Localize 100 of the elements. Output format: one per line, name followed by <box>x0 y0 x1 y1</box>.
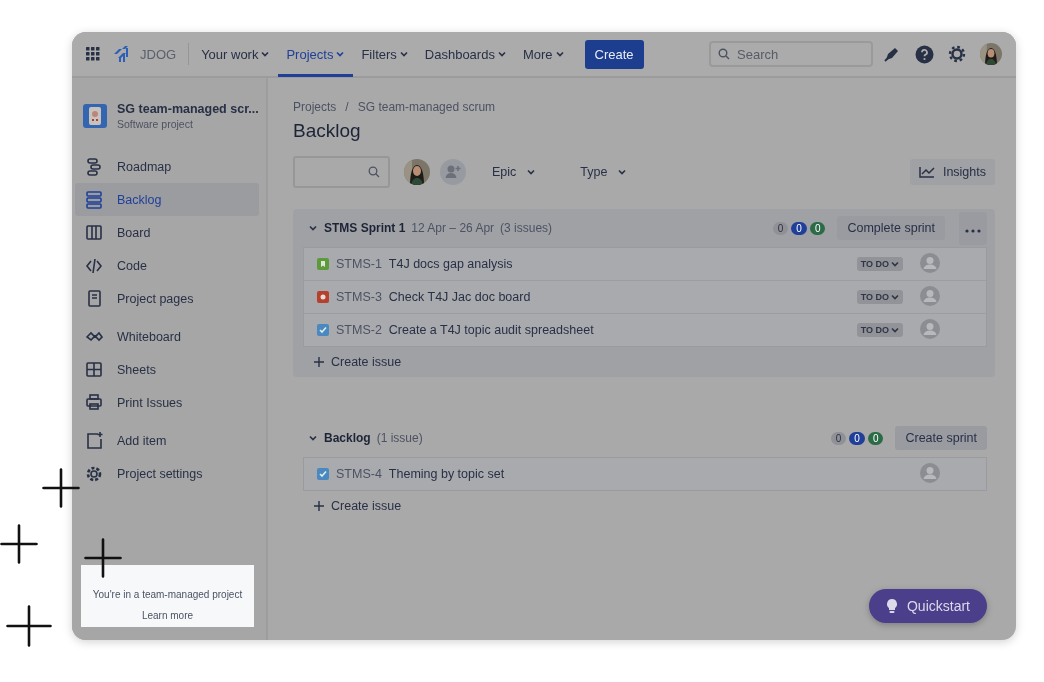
site-name[interactable]: JDOG <box>140 46 177 62</box>
issue-row[interactable]: STMS-4 Theming by topic set <box>304 458 986 490</box>
lightbulb-icon <box>886 598 898 614</box>
count-badge: 0 <box>830 431 847 445</box>
printer-icon <box>85 393 103 412</box>
project-name[interactable]: SG team-managed scr... <box>117 102 259 116</box>
status-dropdown[interactable]: TO DO <box>856 257 903 271</box>
chevron-icon <box>260 49 271 59</box>
issue-key: STMS-3 <box>336 290 382 304</box>
create-issue-button[interactable]: Create issue <box>303 491 402 513</box>
sidebar-item[interactable]: Add item <box>75 424 259 457</box>
issue-summary: Create a T4J topic audit spreadsheet <box>388 323 594 337</box>
info-text: You're in a team-managed project <box>92 589 243 600</box>
breadcrumb-separator: / <box>345 100 349 114</box>
status-dropdown[interactable]: TO DO <box>856 323 903 337</box>
sheet-icon <box>85 360 103 379</box>
sprint-action-button[interactable]: Create sprint <box>895 426 987 450</box>
assignee-icon <box>919 461 941 484</box>
create-button[interactable]: Create <box>584 39 644 69</box>
logo-icon[interactable] <box>112 45 130 63</box>
settings-icon <box>85 464 103 483</box>
breadcrumb-link[interactable]: Projects <box>293 100 337 114</box>
issue-row[interactable]: STMS-2 Create a T4J topic audit spreadsheet TO DO <box>304 313 986 346</box>
sidebar-item[interactable]: Print Issues <box>75 386 259 419</box>
issue-summary: Theming by topic set <box>388 467 505 481</box>
breadcrumb-link[interactable]: SG team-managed scrum <box>357 100 496 114</box>
count-badge: 0 <box>849 431 865 445</box>
nav-menu[interactable]: More <box>514 32 573 77</box>
more-icon <box>965 228 981 233</box>
sidebar-item[interactable]: Whiteboard <box>75 320 259 353</box>
settings-icon[interactable] <box>948 45 966 63</box>
nav-menu[interactable]: Your work <box>193 32 279 77</box>
roadmap-icon <box>85 157 103 176</box>
sprint-action-button[interactable]: Complete sprint <box>837 216 945 240</box>
backlog-icon <box>85 190 103 209</box>
filter-search-field[interactable] <box>293 156 390 188</box>
plus-icon <box>313 500 325 512</box>
count-badge: 0 <box>791 221 807 235</box>
story-icon <box>317 258 329 270</box>
help-icon[interactable] <box>915 44 934 64</box>
code-icon <box>85 256 103 275</box>
sidebar-item[interactable]: Project settings <box>75 457 259 490</box>
collapse-icon <box>308 433 318 443</box>
status-dropdown[interactable]: TO DO <box>856 290 903 304</box>
count-badge: 0 <box>867 431 884 445</box>
search-field[interactable]: Search <box>709 41 873 67</box>
nav-menu[interactable]: Dashboards <box>416 32 515 77</box>
assignee-icon <box>919 251 941 274</box>
count-badge: 0 <box>809 221 826 235</box>
learn-more-link[interactable]: Learn more <box>141 610 194 621</box>
sprint-name: STMS Sprint 1 <box>324 221 406 235</box>
issue-count: (1 issue) <box>376 431 423 445</box>
task-icon <box>317 468 329 480</box>
add-item-icon <box>85 431 103 450</box>
issue-key: STMS-2 <box>336 323 382 337</box>
page-title: Backlog <box>293 120 362 142</box>
task-icon <box>317 324 329 336</box>
app-switcher-icon[interactable] <box>86 47 100 61</box>
assignee-icon <box>919 284 941 307</box>
sidebar-item[interactable]: Board <box>75 216 259 249</box>
sidebar-item[interactable]: Code <box>75 249 259 282</box>
caret-icon <box>890 325 900 335</box>
chevron-icon <box>526 167 537 177</box>
caret-icon <box>890 292 900 302</box>
collapse-icon <box>308 223 318 233</box>
search-icon <box>718 48 730 60</box>
sparkle-icon <box>42 468 80 508</box>
chart-icon <box>918 166 935 178</box>
sidebar-item[interactable]: Sheets <box>75 353 259 386</box>
issue-row[interactable]: STMS-3 Check T4J Jac doc board TO DO <box>304 280 986 313</box>
create-issue-button[interactable]: Create issue <box>303 347 402 369</box>
chevron-icon <box>554 49 565 59</box>
chevron-icon <box>496 49 507 59</box>
sprint-dates: 12 Apr – 26 Apr <box>411 221 495 235</box>
search-icon <box>368 166 380 178</box>
sidebar-item[interactable]: Backlog <box>75 183 259 216</box>
epic-filter[interactable]: Epic <box>486 164 543 180</box>
sparkle-icon <box>0 524 38 564</box>
sidebar-item[interactable]: Roadmap <box>75 150 259 183</box>
issue-key: STMS-4 <box>336 467 382 481</box>
chevron-icon <box>617 167 628 177</box>
chevron-icon <box>335 49 346 59</box>
sprint-name: Backlog <box>324 431 371 445</box>
assignee-icon <box>919 317 941 340</box>
project-avatar-icon <box>83 104 107 128</box>
insights-button[interactable]: Insights <box>909 159 995 185</box>
issue-summary: Check T4J Jac doc board <box>388 290 531 304</box>
type-filter[interactable]: Type <box>574 164 634 180</box>
page-icon <box>85 289 103 308</box>
nav-menu[interactable]: Filters <box>353 32 417 77</box>
issue-row[interactable]: STMS-1 T4J docs gap analysis TO DO <box>304 248 986 280</box>
sidebar-item[interactable]: Project pages <box>75 282 259 315</box>
nav-menu[interactable]: Projects <box>278 32 354 77</box>
plus-icon <box>313 356 325 368</box>
issue-count: (3 issues) <box>500 221 553 235</box>
project-type: Software project <box>117 118 194 130</box>
board-icon <box>85 223 103 242</box>
sparkle-icon <box>84 538 122 578</box>
quickstart-button[interactable]: Quickstart <box>869 589 987 623</box>
sparkle-icon <box>6 605 52 647</box>
